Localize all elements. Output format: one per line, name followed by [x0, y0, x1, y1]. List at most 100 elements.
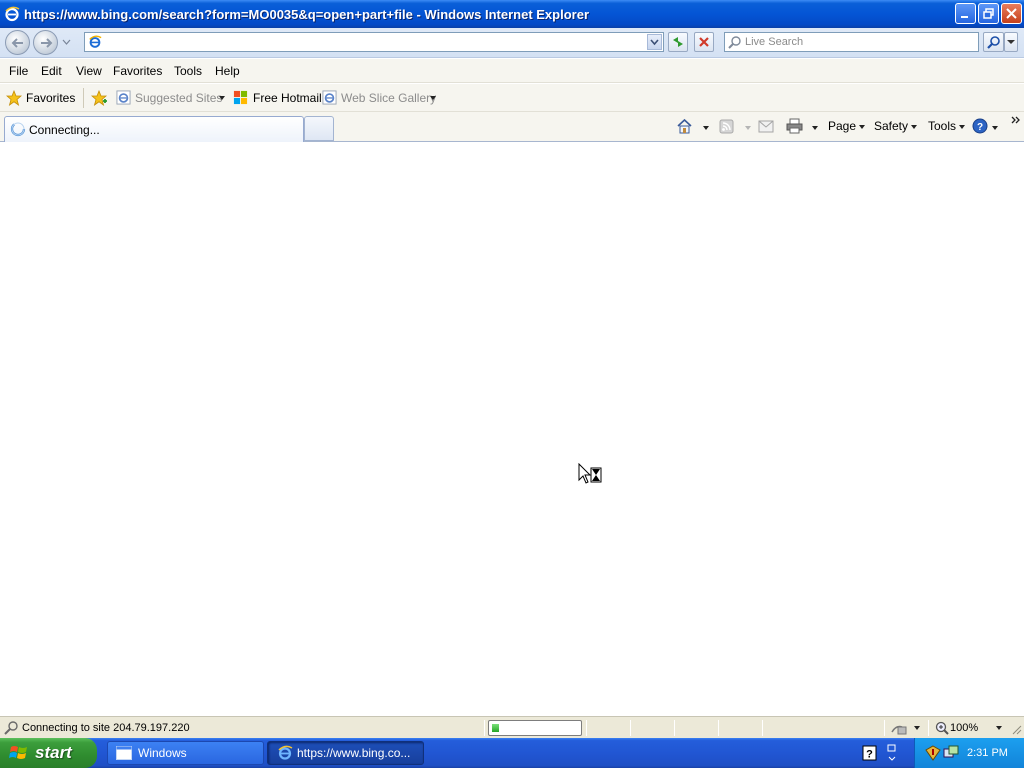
feeds-icon[interactable] [719, 119, 734, 134]
window-title: https://www.bing.com/search?form=MO0035&… [24, 6, 589, 22]
clock[interactable]: 2:31 PM [967, 747, 1008, 759]
new-tab-button[interactable] [304, 116, 334, 141]
read-mail-icon[interactable] [758, 120, 774, 133]
taskbar-item-windows[interactable]: Windows [107, 741, 264, 765]
refresh-icon [673, 37, 683, 47]
windows-logo-icon [9, 746, 27, 759]
language-bar-icon[interactable] [886, 743, 898, 763]
forward-button[interactable] [33, 30, 58, 55]
zoom-icon[interactable] [935, 721, 949, 735]
tools-menu[interactable]: Tools [928, 119, 966, 133]
address-input[interactable] [105, 35, 645, 49]
start-button[interactable]: start [0, 738, 97, 768]
chevron-down-icon [959, 124, 966, 129]
home-icon[interactable] [676, 118, 693, 134]
forward-arrow-icon [40, 37, 52, 48]
status-divider [718, 720, 719, 736]
close-button[interactable] [1001, 3, 1022, 24]
menu-file[interactable]: File [9, 64, 28, 78]
chevron-down-icon [911, 124, 918, 129]
loading-spinner-icon [10, 121, 26, 137]
page-menu-label: Page [828, 119, 857, 133]
menu-edit[interactable]: Edit [41, 64, 62, 78]
chevron-down-icon [1007, 40, 1015, 44]
ie-logo-icon [5, 6, 20, 22]
help-dropdown-icon[interactable] [992, 126, 998, 130]
taskbar-item-label: Windows [138, 746, 187, 760]
safety-menu[interactable]: Safety [874, 119, 918, 133]
back-arrow-icon [11, 37, 23, 48]
search-box[interactable] [724, 32, 979, 52]
help-tray-icon[interactable]: ? [862, 745, 877, 761]
back-button[interactable] [5, 30, 30, 55]
zoom-dropdown-icon[interactable] [996, 726, 1002, 730]
search-options-button[interactable] [1004, 32, 1018, 52]
svg-text:?: ? [977, 122, 983, 133]
web-slice-gallery-link[interactable]: Web Slice Gallery [341, 91, 436, 105]
address-bar[interactable] [84, 32, 664, 52]
search-input[interactable] [745, 35, 975, 49]
web-slice-gallery-dropdown-icon[interactable] [430, 96, 436, 100]
menu-help[interactable]: Help [215, 64, 240, 78]
resize-grip-icon[interactable] [1010, 723, 1022, 735]
status-divider [484, 720, 485, 736]
status-search-icon [4, 721, 18, 735]
safety-menu-label: Safety [874, 119, 909, 133]
menu-bar: File Edit View Favorites Tools Help [0, 59, 1024, 83]
suggested-sites-icon [116, 90, 131, 105]
stop-button[interactable] [694, 32, 714, 52]
restore-button[interactable] [978, 3, 999, 24]
chevron-down-icon [650, 39, 659, 46]
favbar-divider [83, 88, 84, 108]
status-text: Connecting to site 204.79.197.220 [22, 722, 190, 734]
svg-text:?: ? [866, 749, 873, 761]
taskbar: start Windows https://www.bing.co... ? 2… [0, 738, 1024, 768]
windows-flag-icon [233, 90, 248, 105]
search-go-button[interactable] [983, 32, 1004, 52]
ie-logo-icon [278, 745, 293, 760]
minimize-icon [961, 16, 968, 18]
protected-mode-dropdown-icon[interactable] [914, 726, 920, 730]
tab-active[interactable]: Connecting... [4, 116, 304, 142]
progress-bar [488, 720, 582, 736]
print-icon[interactable] [786, 118, 803, 134]
favorites-button[interactable]: Favorites [5, 89, 75, 107]
home-dropdown-icon[interactable] [703, 126, 709, 130]
chevron-down-icon [859, 124, 866, 129]
status-divider [586, 720, 587, 736]
zoom-level[interactable]: 100% [950, 722, 978, 734]
help-icon[interactable]: ? [972, 118, 988, 134]
suggested-sites-dropdown-icon[interactable] [219, 96, 225, 100]
status-divider [762, 720, 763, 736]
star-icon [6, 90, 22, 106]
tools-menu-label: Tools [928, 119, 957, 133]
chevron-more-icon[interactable] [1011, 115, 1021, 125]
taskbar-item-label: https://www.bing.co... [297, 746, 411, 760]
progress-fill [492, 724, 499, 732]
security-alert-icon[interactable] [925, 745, 941, 761]
recent-pages-dropdown-icon[interactable] [62, 39, 71, 45]
print-dropdown-icon[interactable] [812, 126, 818, 130]
feeds-dropdown-icon [745, 126, 751, 130]
minimize-button[interactable] [955, 3, 976, 24]
protected-mode-icon[interactable] [890, 721, 908, 735]
address-dropdown-button[interactable] [647, 34, 662, 50]
menu-view[interactable]: View [76, 64, 102, 78]
network-icon[interactable] [943, 745, 959, 761]
menu-tools[interactable]: Tools [174, 64, 202, 78]
busy-cursor-icon [578, 463, 602, 484]
status-divider [884, 720, 885, 736]
start-label: start [35, 743, 72, 762]
taskbar-item-ie[interactable]: https://www.bing.co... [267, 741, 424, 765]
menu-favorites[interactable]: Favorites [113, 64, 162, 78]
page-menu[interactable]: Page [828, 119, 866, 133]
window-icon [116, 746, 132, 760]
system-tray: 2:31 PM [914, 738, 1024, 768]
add-to-favorites-icon[interactable] [91, 90, 108, 107]
web-slice-gallery-icon [322, 90, 337, 105]
page-content[interactable] [0, 142, 1024, 716]
free-hotmail-link[interactable]: Free Hotmail [253, 91, 322, 105]
favorites-bar: Favorites Suggested Sites Free Hotmail W… [0, 84, 1024, 112]
refresh-button[interactable] [668, 32, 688, 52]
suggested-sites-link[interactable]: Suggested Sites [135, 91, 222, 105]
